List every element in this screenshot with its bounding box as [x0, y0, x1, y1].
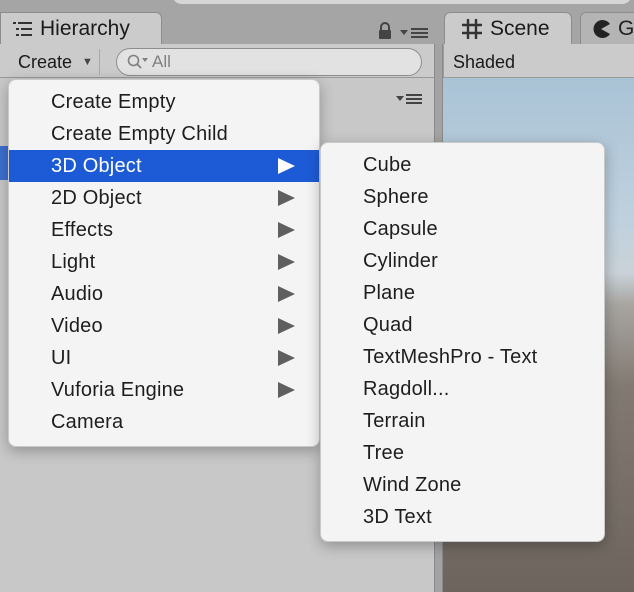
hierarchy-search-input[interactable]: All	[116, 48, 422, 76]
tab-hierarchy[interactable]: Hierarchy	[0, 12, 162, 44]
create-menu: Create Empty Create Empty Child 3D Objec…	[8, 79, 320, 447]
menu-item-effects[interactable]: Effects	[9, 214, 319, 246]
submenu-arrow-icon	[278, 382, 295, 398]
tab-game-label: G	[618, 16, 634, 40]
menu-item-vuforia-engine[interactable]: Vuforia Engine	[9, 374, 319, 406]
tab-game[interactable]: G	[580, 12, 634, 44]
chevron-down-icon: ▼	[82, 56, 93, 68]
menu-item-cylinder[interactable]: Cylinder	[321, 245, 604, 277]
menu-item-ragdoll[interactable]: Ragdoll...	[321, 373, 604, 405]
scene-grid-icon	[461, 18, 483, 40]
menu-item-audio[interactable]: Audio	[9, 278, 319, 310]
submenu-arrow-icon	[278, 350, 295, 366]
menu-item-terrain[interactable]: Terrain	[321, 405, 604, 437]
menu-item-wind-zone[interactable]: Wind Zone	[321, 469, 604, 501]
menu-item-plane[interactable]: Plane	[321, 277, 604, 309]
lock-icon[interactable]	[377, 22, 393, 45]
menu-item-capsule[interactable]: Capsule	[321, 213, 604, 245]
menu-item-create-empty[interactable]: Create Empty	[9, 86, 319, 118]
submenu-arrow-icon	[278, 318, 295, 334]
submenu-arrow-icon	[278, 254, 295, 270]
game-pacman-icon	[591, 19, 611, 39]
tab-scene-label: Scene	[490, 16, 550, 40]
create-dropdown-button[interactable]: Create ▼	[10, 49, 100, 75]
menu-item-quad[interactable]: Quad	[321, 309, 604, 341]
menu-item-3d-object[interactable]: 3D Object	[9, 150, 319, 182]
window-top-edge	[152, 0, 634, 6]
menu-item-ui[interactable]: UI	[9, 342, 319, 374]
submenu-arrow-icon	[278, 190, 295, 206]
menu-item-textmeshpro-text[interactable]: TextMeshPro - Text	[321, 341, 604, 373]
menu-item-camera[interactable]: Camera	[9, 406, 319, 438]
menu-item-video[interactable]: Video	[9, 310, 319, 342]
tab-hierarchy-label: Hierarchy	[40, 16, 130, 40]
tab-scene[interactable]: Scene	[444, 12, 572, 44]
pane-options-icon[interactable]	[400, 26, 430, 44]
submenu-arrow-icon	[278, 158, 295, 174]
create-button-label: Create	[18, 51, 73, 72]
search-input-value: All	[152, 52, 171, 71]
submenu-arrow-icon	[278, 222, 295, 238]
submenu-arrow-icon	[278, 286, 295, 302]
menu-item-3d-text[interactable]: 3D Text	[321, 501, 604, 533]
3d-object-submenu: Cube Sphere Capsule Cylinder Plane Quad …	[320, 142, 605, 542]
menu-item-cube[interactable]: Cube	[321, 149, 604, 181]
shading-mode-dropdown[interactable]: Shaded	[453, 52, 515, 73]
menu-item-create-empty-child[interactable]: Create Empty Child	[9, 118, 319, 150]
menu-item-light[interactable]: Light	[9, 246, 319, 278]
menu-item-2d-object[interactable]: 2D Object	[9, 182, 319, 214]
tab-strip: Hierarchy Scene G	[0, 0, 634, 44]
scene-options-icon[interactable]	[396, 92, 424, 110]
search-icon	[127, 54, 149, 70]
hierarchy-list-icon	[13, 21, 33, 37]
scene-toolbar: Shaded	[443, 44, 634, 78]
menu-item-tree[interactable]: Tree	[321, 437, 604, 469]
menu-item-sphere[interactable]: Sphere	[321, 181, 604, 213]
